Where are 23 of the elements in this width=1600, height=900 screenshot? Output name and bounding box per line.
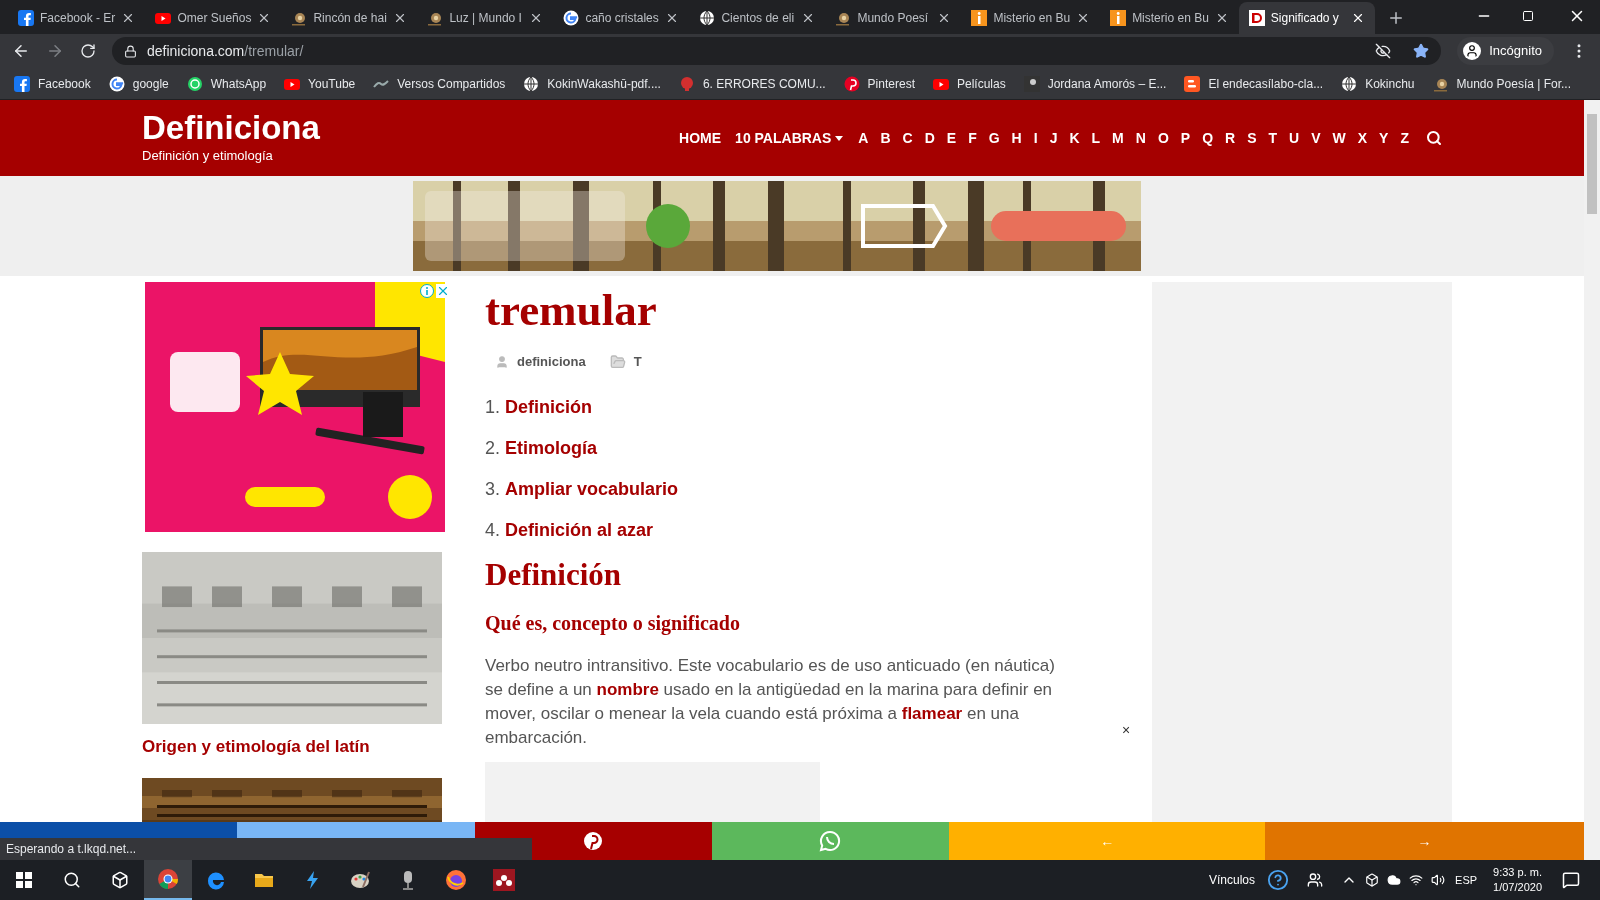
tab-title: Mundo Poesí	[857, 10, 930, 27]
tab-title: Cientos de eli	[721, 10, 796, 27]
section-heading: Definición	[485, 555, 623, 594]
tab-title: Omer Sueños	[177, 10, 252, 27]
time-text: 9:33 p. m.	[1493, 865, 1542, 880]
date-text: 1/07/2020	[1493, 880, 1542, 895]
url-text: definiciona.com/tremular/	[147, 41, 304, 61]
loading-status-tooltip: Esperando a t.lkqd.net...	[0, 838, 532, 860]
tab-title: Misterio en Bu	[993, 10, 1071, 27]
site-tagline: Definición y etimología	[142, 147, 274, 166]
list-number: 1.	[485, 395, 500, 419]
list-number: 2.	[485, 436, 500, 460]
tab-title: Rincón de hai	[313, 10, 388, 27]
tab-title: Luz | Mundo I	[449, 10, 523, 27]
definition-paragraph: Verbo neutro intransitivo. Este vocabulario es de uso anticuado (en náutica) se define a un nombre usado en la antigüedad en la marina para definir en mover, oscilar o menear la vela cuando está próxima a flamear en una embarcación.	[485, 655, 1056, 749]
list-number: 4.	[485, 518, 500, 542]
article-title: tremular	[485, 286, 658, 334]
tab-title: Misterio en Bu	[1132, 10, 1209, 27]
section-subheading: Qué es, concepto o significado	[485, 611, 741, 637]
tab-title: Facebook - Er	[40, 10, 116, 27]
tab-title: Significado y	[1270, 10, 1340, 27]
tab-title: caño cristales	[585, 10, 660, 27]
list-number: 3.	[485, 477, 500, 501]
